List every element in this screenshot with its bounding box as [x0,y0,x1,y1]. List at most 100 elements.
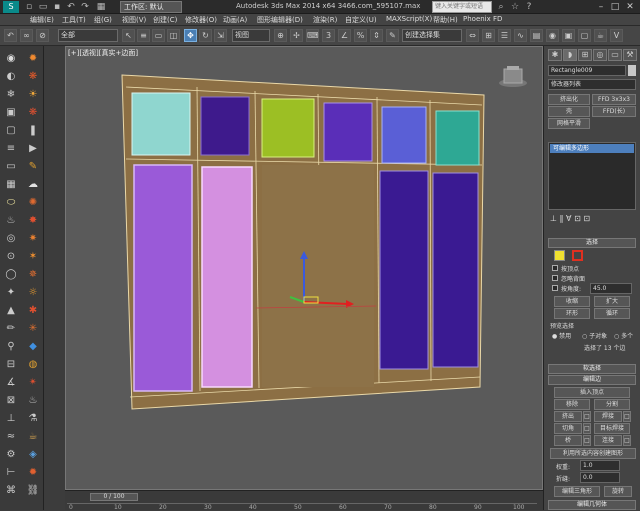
shell-modifier-button[interactable]: 壳 [548,106,590,117]
bridge-button[interactable]: 桥 [554,435,582,446]
named-selection-set[interactable]: 创建选择集 [402,29,462,42]
select-by-name-icon[interactable]: ≡ [137,29,150,42]
crease-input[interactable]: 0.0 [580,472,620,483]
pen-icon[interactable]: ✏ [4,322,18,336]
modify-tab-icon[interactable]: ◗ [563,49,577,61]
insert-vertex-button[interactable]: 插入顶点 [554,387,630,398]
grow-button[interactable]: 扩大 [594,296,630,307]
connect-settings-icon[interactable]: □ [623,435,631,446]
camera-icon[interactable]: ▭ [4,160,18,174]
target-weld-button[interactable]: 目标焊接 [594,423,630,434]
weld-button[interactable]: 焊接 [594,411,622,422]
menu-maxscript[interactable]: MAXScript(X) [386,15,432,23]
ffd-modifier-button[interactable]: FFD 3x3x3 [592,94,636,105]
spark-icon[interactable]: ✴ [26,376,40,390]
ellipse-icon[interactable]: ⬭ [4,196,18,210]
scale-icon[interactable]: ⇲ [214,29,227,42]
menu-tools[interactable]: 工具(T) [62,15,86,25]
cloud-icon[interactable]: ☁ [26,178,40,192]
key-icon[interactable]: ✎ [26,160,40,174]
window-crossing-icon[interactable]: ◫ [167,29,180,42]
selection-rollout-header[interactable]: 选择 [548,238,636,248]
menu-group[interactable]: 组(G) [94,15,112,25]
splash-icon[interactable]: ✶ [26,250,40,264]
render-icon[interactable]: ☕ [594,29,607,42]
render-setup-icon[interactable]: ▣ [562,29,575,42]
rotate-icon[interactable]: ↻ [199,29,212,42]
weight-input[interactable]: 1.0 [580,460,620,471]
layer-icon[interactable]: ☰ [498,29,511,42]
jet-icon[interactable]: ✹ [26,466,40,480]
selection-filter-select[interactable]: 全部 [58,29,118,42]
hierarchy-tab-icon[interactable]: ⊞ [578,49,592,61]
bright-icon[interactable]: ☼ [26,286,40,300]
fire2-icon[interactable]: ❋ [26,106,40,120]
shape-icon[interactable]: ✦ [4,286,18,300]
object-name-field[interactable]: Rectangle009 [548,65,626,76]
connect-button[interactable]: 连接 [594,435,622,446]
meshsmooth-button[interactable]: 网格平滑 [548,118,590,129]
remove-button[interactable]: 移除 [554,399,590,410]
menu-help[interactable]: 帮助(H) [433,15,458,25]
grid-icon[interactable]: ▦ [4,178,18,192]
create-shape-button[interactable]: 利用所选内容创建图形 [550,448,636,459]
preview-subobject-radio[interactable]: ○ 子对象 [582,331,607,340]
by-vertex-checkbox[interactable] [552,265,558,271]
redo-icon[interactable]: ↷ [80,2,90,12]
vray-light-icon[interactable]: ✹ [26,52,40,66]
percent-snap-icon[interactable]: % [354,29,367,42]
ffd-box-button[interactable]: FFD(长) [592,106,636,117]
freeze-icon[interactable]: ❄ [4,88,18,102]
teapot2-icon[interactable]: ♨ [26,394,40,408]
new-icon[interactable]: ▫ [24,2,34,12]
material-editor-icon[interactable]: ◉ [546,29,559,42]
eye-icon[interactable]: ◉ [4,52,18,66]
bone-icon[interactable]: ⊥ [4,412,18,426]
utilities-tab-icon[interactable]: ⚒ [623,49,637,61]
edit-edges-rollout[interactable]: 编辑边 [548,375,636,385]
by-angle-checkbox[interactable] [552,285,558,291]
flask-icon[interactable]: ⚗ [26,412,40,426]
help-icon[interactable]: ? [524,2,534,12]
link-tool-icon[interactable]: ⚲ [4,340,18,354]
vertex-mode-icon[interactable] [554,250,565,261]
curve-editor-icon[interactable]: ∿ [514,29,527,42]
menu-phoenix[interactable]: Phoenix FD [463,15,502,23]
weld-settings-icon[interactable]: □ [623,411,631,422]
sun-icon[interactable]: ☀ [26,88,40,102]
extrude-modifier-button[interactable]: 挤出化 [548,94,590,105]
vray-icon[interactable]: V [610,29,623,42]
space-warp-icon[interactable]: ≈ [4,430,18,444]
undo-tool-icon[interactable]: ↶ [4,29,17,42]
display-tab-icon[interactable]: ▭ [608,49,622,61]
motion-tab-icon[interactable]: ◎ [593,49,607,61]
keyboard-shortcut-icon[interactable]: ⌨ [306,29,319,42]
star-icon[interactable]: ☆ [510,2,520,12]
paint-icon[interactable]: ◈ [26,448,40,462]
angle-icon[interactable]: ∡ [4,376,18,390]
play-icon[interactable]: ▶ [26,142,40,156]
ruler-icon[interactable]: ⊢ [4,466,18,480]
ignore-backfacing-checkbox[interactable] [552,275,558,281]
render-frame-icon[interactable]: ▢ [578,29,591,42]
cylinder-icon[interactable]: ⊙ [4,250,18,264]
list-icon[interactable]: ≡ [4,142,18,156]
close-button[interactable]: ✕ [623,1,637,13]
binoculars-icon[interactable]: ⌕ [496,2,506,12]
teapot-icon[interactable]: ♨ [4,214,18,228]
menu-rendering[interactable]: 渲染(R) [313,15,337,25]
explode-icon[interactable]: ✱ [26,304,40,318]
search-input[interactable]: 键入关键字或短语 [432,1,492,13]
menu-modifiers[interactable]: 修改器(O) [185,15,217,25]
cup-icon[interactable]: ☕ [26,430,40,444]
undo-icon[interactable]: ↶ [66,2,76,12]
workspace-select[interactable]: 工作区: 默认 [120,1,182,13]
track-bar[interactable] [67,503,537,510]
save-icon[interactable]: ▪ [52,2,62,12]
perspective-viewport[interactable]: [+][透视][真实+边面] [65,46,543,490]
hide-icon[interactable]: ◐ [4,70,18,84]
tape-icon[interactable]: ⊟ [4,358,18,372]
move-icon[interactable]: ✥ [184,29,197,42]
extrude-button[interactable]: 挤出 [554,411,582,422]
bridge-settings-icon[interactable]: □ [583,435,591,446]
